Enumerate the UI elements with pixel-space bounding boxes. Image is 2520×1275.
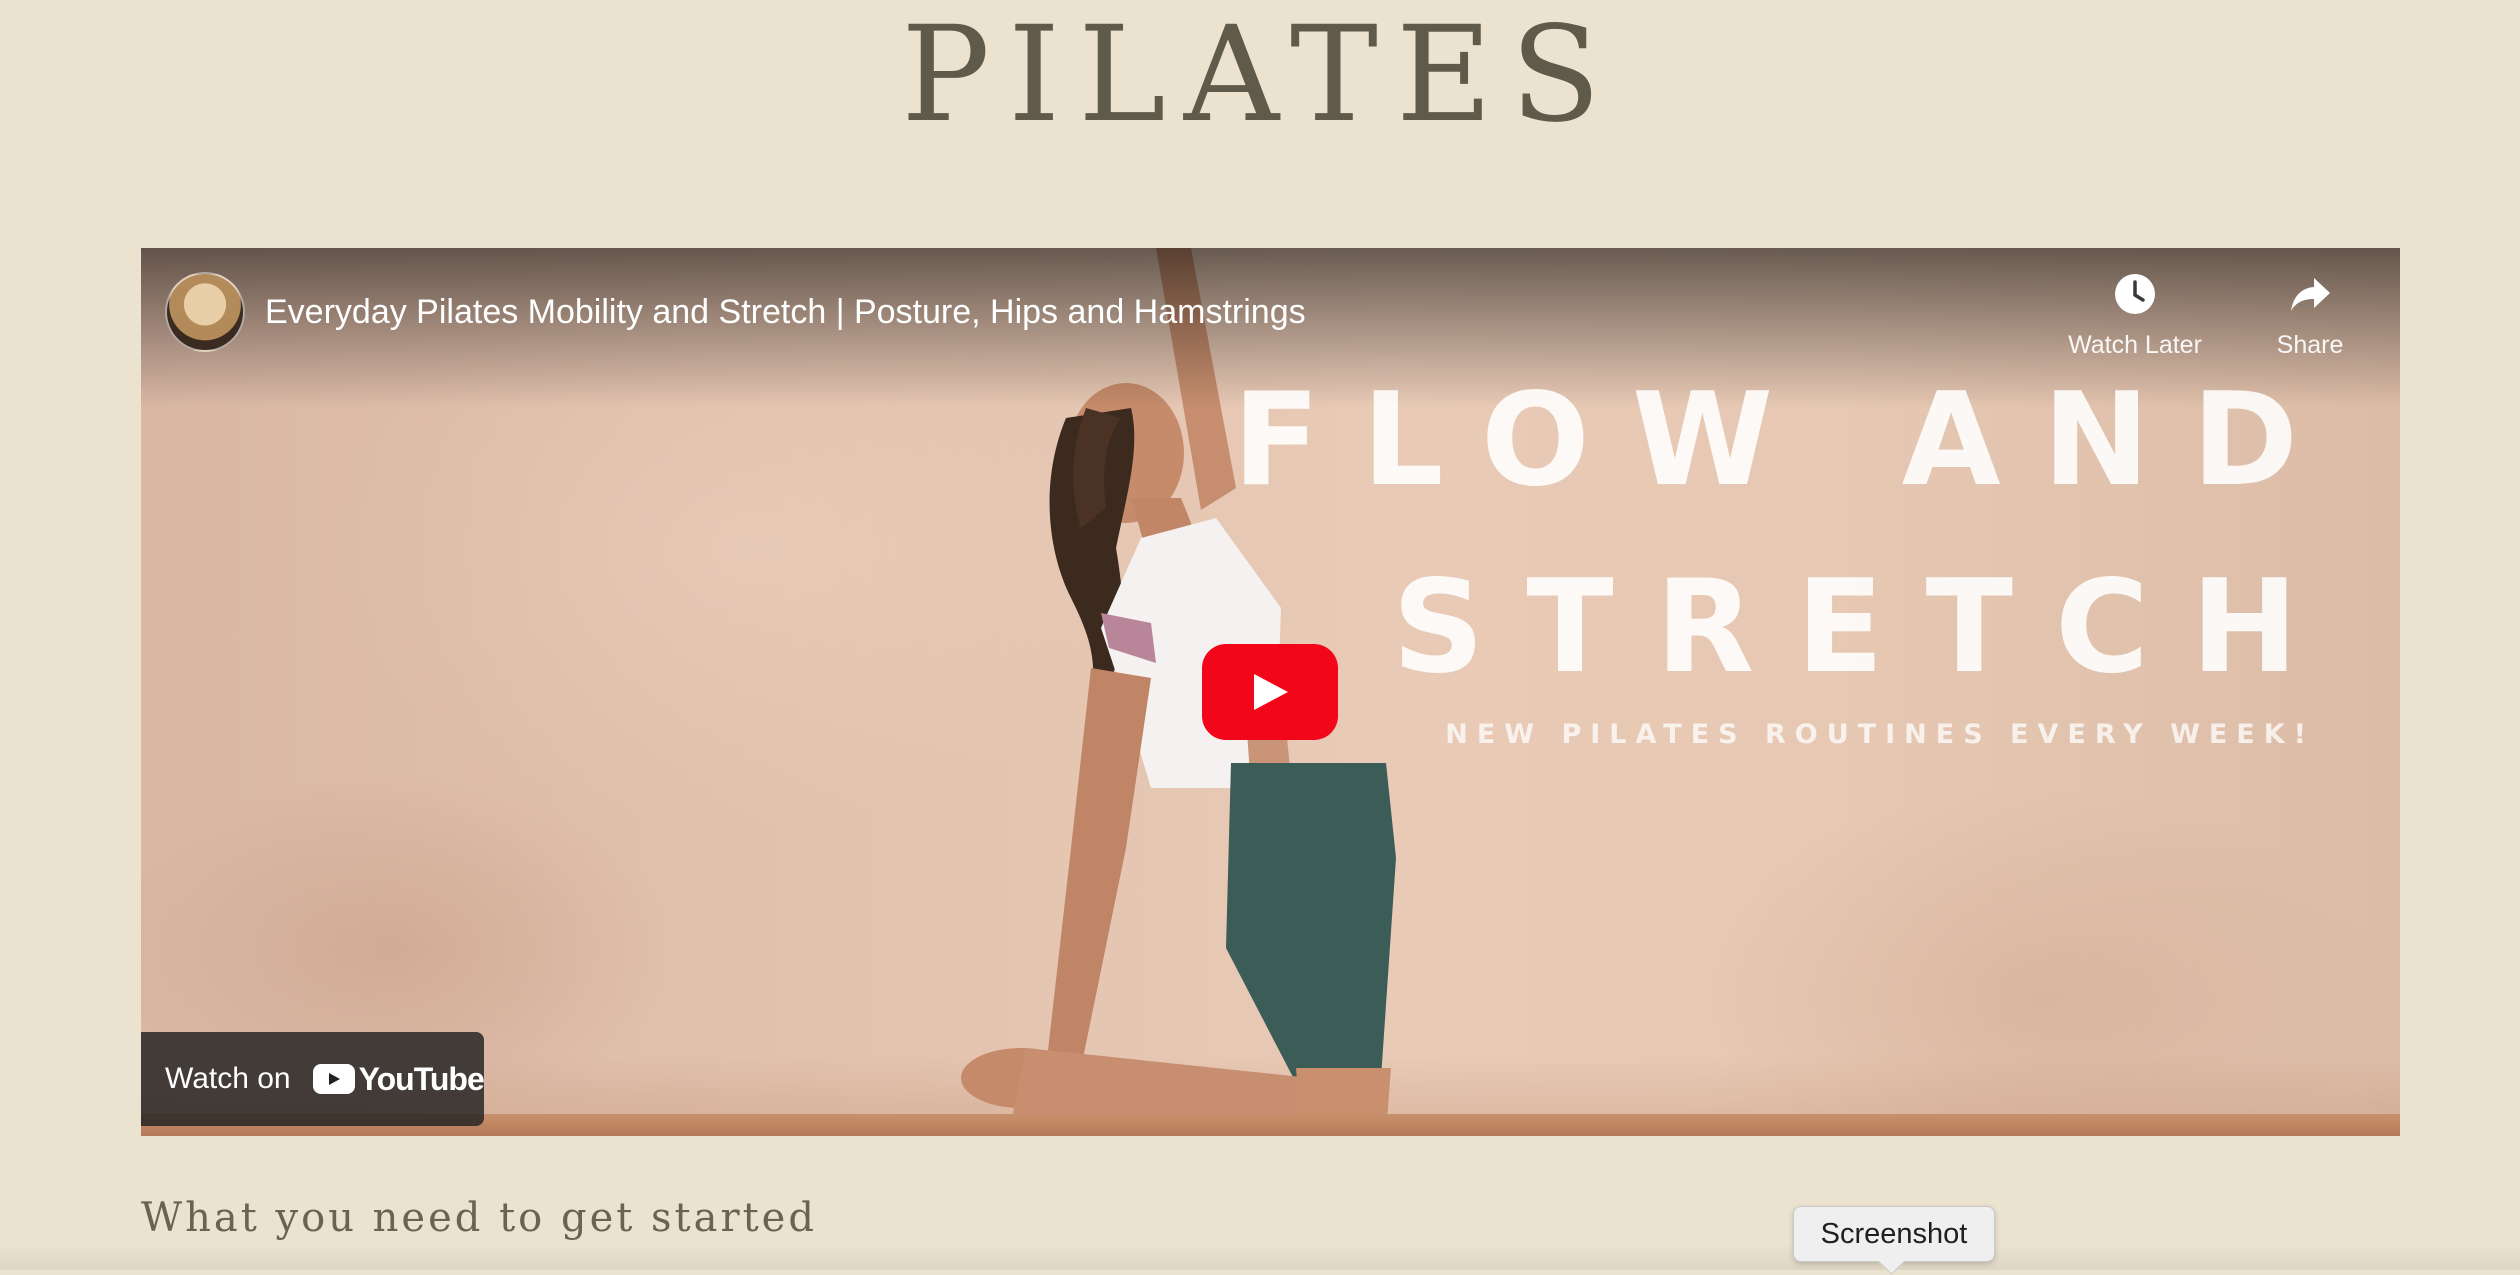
watch-on-youtube-button[interactable]: Watch on YouTube: [141, 1032, 485, 1126]
section-heading: What you need to get started: [141, 1195, 817, 1241]
thumbnail-headline-line1: FLOW AND: [1232, 366, 2340, 515]
screenshot-tooltip: Screenshot: [1793, 1206, 1995, 1262]
bottom-shade: [0, 1244, 2520, 1270]
page-title: PILATES: [901, 0, 1619, 152]
thumbnail-headline-line2: STRETCH: [1392, 553, 2340, 702]
youtube-play-logo-icon: [312, 1064, 355, 1094]
clock-icon: [2115, 274, 2155, 314]
watch-on-label: Watch on: [165, 1062, 291, 1095]
video-title-link[interactable]: Everyday Pilates Mobility and Stretch | …: [265, 290, 1306, 334]
watch-later-button[interactable]: Watch Later: [2050, 272, 2220, 360]
share-label: Share: [2276, 331, 2344, 359]
youtube-logo: YouTube: [312, 1060, 485, 1098]
share-button[interactable]: Share: [2260, 272, 2360, 360]
play-button[interactable]: [1202, 644, 1338, 740]
watch-later-label: Watch Later: [2068, 331, 2202, 359]
share-arrow-icon: [2291, 278, 2330, 311]
channel-avatar[interactable]: [165, 272, 245, 352]
youtube-wordmark: YouTube: [358, 1060, 485, 1097]
youtube-video-embed[interactable]: FLOW AND STRETCH NEW PILATES ROUTINES EV…: [141, 248, 2400, 1136]
thumbnail-tagline: NEW PILATES ROUTINES EVERY WEEK!: [1445, 719, 2315, 750]
play-icon: [1254, 674, 1288, 710]
